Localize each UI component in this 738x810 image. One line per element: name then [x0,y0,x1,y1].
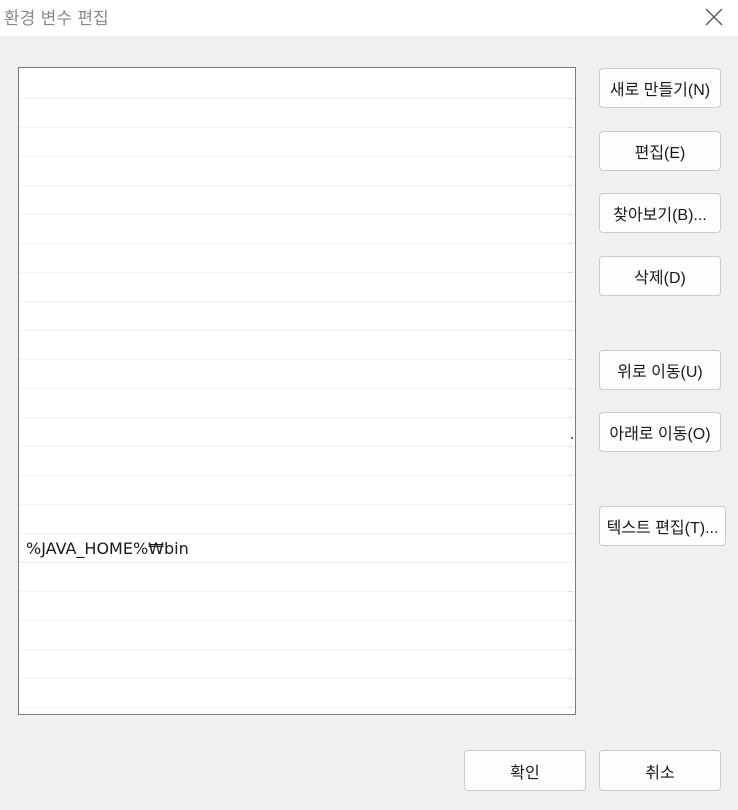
list-item[interactable] [19,563,574,592]
list-item[interactable] [19,186,574,215]
list-item[interactable] [19,244,574,273]
list-item[interactable] [19,389,574,418]
ok-button[interactable]: 확인 [464,750,586,791]
list-item[interactable] [19,708,574,714]
path-list[interactable]: %JAVA_HOME%₩bin [18,67,576,715]
close-icon [705,8,723,26]
list-item[interactable] [19,505,574,534]
window-title: 환경 변수 편집 [4,9,109,29]
list-item[interactable] [19,273,574,302]
new-button[interactable]: 새로 만들기(N) [599,68,721,108]
list-item[interactable] [19,302,574,331]
list-item[interactable] [19,447,574,476]
edit-text-button[interactable]: 텍스트 편집(T)... [599,506,726,546]
list-item[interactable] [19,99,574,128]
list-item[interactable] [19,128,574,157]
edit-button[interactable]: 편집(E) [599,131,721,171]
move-up-button[interactable]: 위로 이동(U) [599,350,721,390]
list-item[interactable] [19,360,574,389]
list-item[interactable] [19,679,574,708]
list-item[interactable] [19,592,574,621]
cancel-button[interactable]: 취소 [599,750,721,791]
list-item[interactable] [19,331,574,360]
delete-button[interactable]: 삭제(D) [599,256,721,296]
scroll-indicator-dot [571,437,573,439]
close-button[interactable] [696,2,732,32]
list-item[interactable] [19,215,574,244]
list-item[interactable] [19,476,574,505]
list-item[interactable] [19,650,574,679]
list-item[interactable] [19,157,574,186]
list-item[interactable]: %JAVA_HOME%₩bin [19,534,574,563]
list-item[interactable] [19,418,574,447]
browse-button[interactable]: 찾아보기(B)... [599,193,721,233]
list-item[interactable] [19,621,574,650]
title-bar: 환경 변수 편집 [0,0,738,36]
list-item[interactable] [19,70,574,99]
move-down-button[interactable]: 아래로 이동(O) [599,412,721,452]
